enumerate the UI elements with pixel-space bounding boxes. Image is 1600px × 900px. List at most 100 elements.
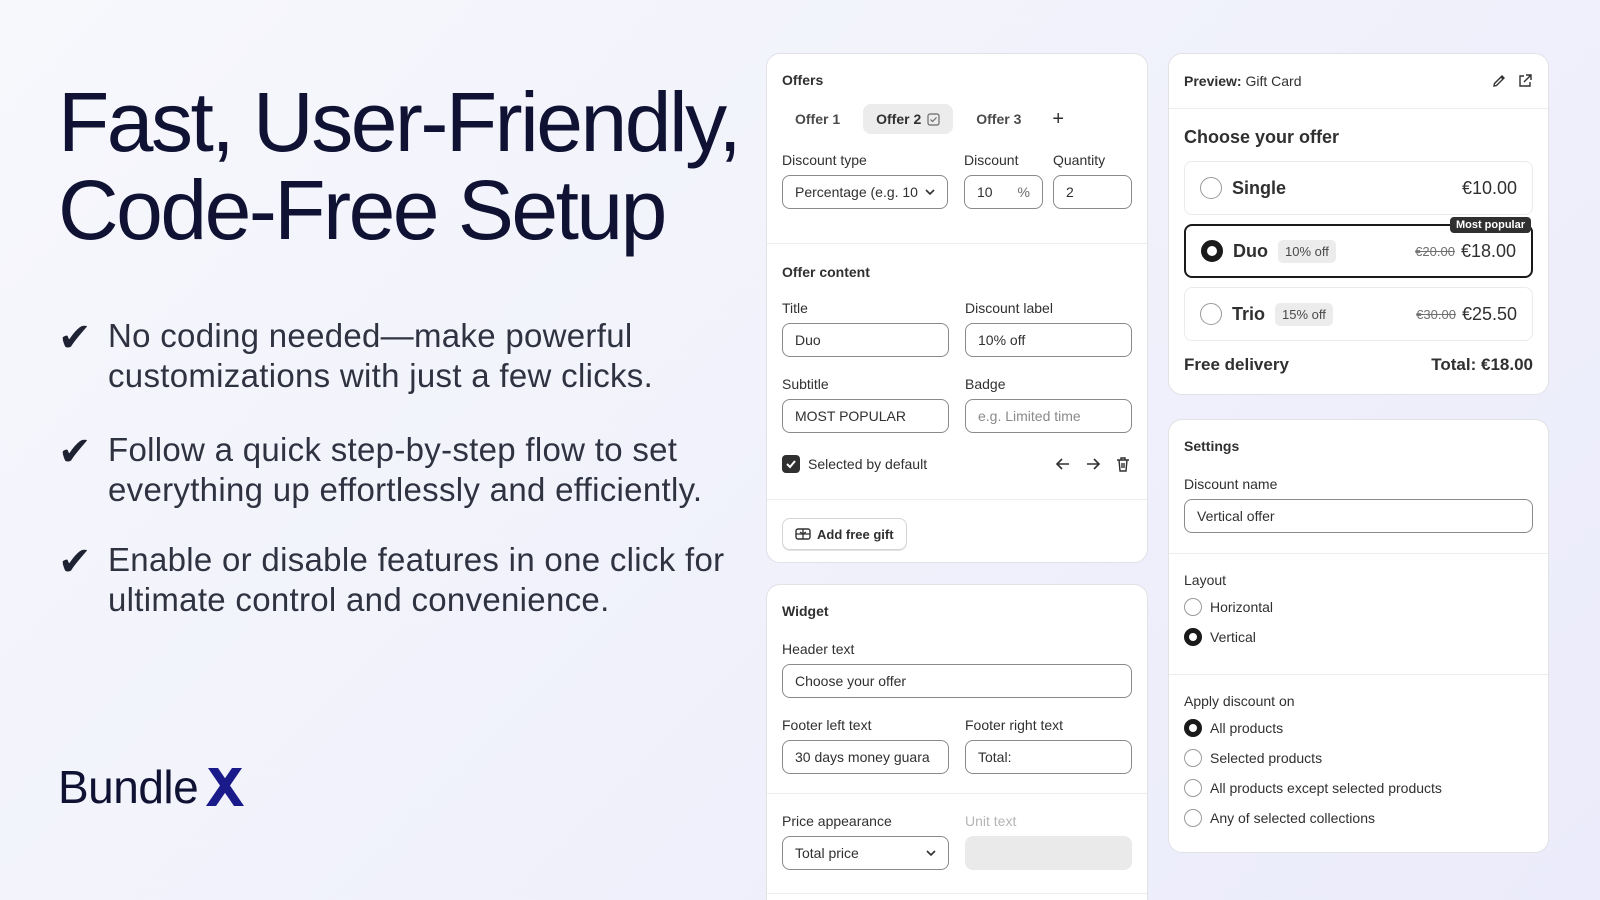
header-text-value: Choose your offer [795,673,907,689]
discount-value: 10 [977,184,993,200]
external-link-icon[interactable] [1517,73,1533,89]
discount-label-input[interactable]: 10% off [965,323,1132,357]
unit-text-input [965,836,1132,870]
tab-label: Offer 1 [795,111,841,127]
footer-right-input[interactable]: Total: [965,740,1132,774]
selected-by-default-checkbox[interactable] [782,455,800,473]
brand-logo: Bundle [58,760,246,814]
trash-icon[interactable] [1114,455,1132,473]
title-label: Title [782,300,808,316]
tab-label: Offer 3 [976,111,1022,127]
percent-suffix: % [1017,184,1030,200]
footer-left-input[interactable]: 30 days money guara [782,740,949,774]
radio-button[interactable] [1184,598,1202,616]
radio-button[interactable] [1184,749,1202,767]
preview-label: Preview: [1184,73,1242,89]
discount-label-label: Discount label [965,300,1053,316]
feature-item: ✔ No coding needed—make powerful customi… [58,316,653,396]
discount-pill: 10% off [1278,239,1336,263]
apply-option-all-except-selected[interactable]: All products except selected products [1184,773,1533,803]
radio-button[interactable] [1201,240,1223,262]
header-text-input[interactable]: Choose your offer [782,664,1132,698]
preview-title: Preview: Gift Card [1184,73,1302,89]
tab-offer-2[interactable]: Offer 2 [863,104,954,134]
footer-right-value: Total: [978,749,1012,765]
option-label: Selected products [1210,750,1323,766]
option-label: Vertical [1210,629,1256,645]
badge-placeholder: e.g. Limited time [978,408,1081,424]
add-free-gift-label: Add free gift [817,526,894,542]
footer-left-label: Footer left text [782,717,872,733]
feature-text: customizations with just a few clicks. [108,357,654,394]
chevron-down-icon [925,189,935,196]
brand-wordmark: Bundle [58,761,199,813]
gift-icon [795,528,811,540]
feature-text: Follow a quick step-by-step flow to set [108,431,678,468]
offer-price: €18.00 [1460,240,1516,261]
apply-option-selected-collections[interactable]: Any of selected collections [1184,803,1533,833]
add-offer-icon[interactable]: + [1044,108,1072,131]
arrow-left-icon[interactable] [1054,455,1072,473]
offer-option-single[interactable]: Single €10.00 [1184,161,1533,215]
hero-title: Fast, User-Friendly, Code-Free Setup [58,75,742,254]
apply-option-all-products[interactable]: All products [1184,713,1533,743]
checkmark-icon: ✔ [58,430,92,474]
discount-input[interactable]: 10 % [964,175,1043,209]
radio-button[interactable] [1184,809,1202,827]
discount-type-value: Percentage (e.g. 10 [795,184,918,200]
discount-name-label: Discount name [1184,476,1278,492]
offers-card: Offers Offer 1 Offer 2 Offer 3 + Discoun… [766,53,1148,563]
footer-left-text: Free delivery [1184,355,1289,374]
layout-option-horizontal[interactable]: Horizontal [1184,592,1533,622]
tab-offer-1[interactable]: Offer 1 [782,104,853,134]
radio-button[interactable] [1200,177,1222,199]
subtitle-input[interactable]: MOST POPULAR [782,399,949,433]
option-label: All products except selected products [1210,780,1442,796]
discount-type-select[interactable]: Percentage (e.g. 10 [782,175,948,209]
widget-heading: Widget [782,603,829,619]
offer-name: Single [1232,177,1287,198]
quantity-value: 2 [1066,184,1074,200]
option-label: Any of selected collections [1210,810,1375,826]
tab-offer-3[interactable]: Offer 3 [963,104,1034,134]
price-appearance-value: Total price [795,845,859,861]
add-free-gift-button[interactable]: Add free gift [782,518,907,550]
offer-option-trio[interactable]: Trio 15% off €30.00 €25.50 [1184,287,1533,341]
checkmark-icon [786,460,796,469]
chevron-down-icon [926,850,936,857]
layout-option-vertical[interactable]: Vertical [1184,622,1533,652]
hero-title-line-1: Fast, User-Friendly, [58,75,742,169]
feature-text: everything up effortlessly and efficient… [108,471,703,508]
offer-tabs: Offer 1 Offer 2 Offer 3 + [782,104,1132,134]
widget-card: Widget Header text Choose your offer Foo… [766,584,1148,900]
badge-input[interactable]: e.g. Limited time [965,399,1132,433]
apply-option-selected-products[interactable]: Selected products [1184,743,1533,773]
checkmark-icon: ✔ [58,316,92,360]
price-appearance-label: Price appearance [782,813,892,829]
price-appearance-select[interactable]: Total price [782,836,949,870]
radio-button[interactable] [1200,303,1222,325]
title-value: Duo [795,332,821,348]
widget-header-text: Choose your offer [1184,127,1340,147]
radio-button[interactable] [1184,719,1202,737]
badge-label: Badge [965,376,1006,392]
settings-heading: Settings [1184,438,1240,454]
feature-text: ultimate control and convenience. [108,581,610,618]
title-input[interactable]: Duo [782,323,949,357]
arrow-right-icon[interactable] [1084,455,1102,473]
discount-name-input[interactable]: Vertical offer [1184,499,1533,533]
option-label: All products [1210,720,1284,736]
radio-button[interactable] [1184,779,1202,797]
offer-name: Trio [1232,303,1266,324]
offer-option-duo[interactable]: Most popular Duo 10% off €20.00 €18.00 [1184,217,1533,278]
offer-old-price: €20.00 [1415,243,1455,259]
edit-pencil-icon[interactable] [1491,73,1507,89]
unit-text-label: Unit text [965,813,1017,829]
footer-total-text: Total: €18.00 [1431,355,1533,374]
quantity-input[interactable]: 2 [1053,175,1132,209]
layout-label: Layout [1184,572,1227,588]
check-square-icon [927,112,940,126]
preview-card: Preview: Gift Card Choose your offer Sin… [1168,53,1549,395]
radio-button[interactable] [1184,628,1202,646]
footer-left-value: 30 days money guara [795,749,930,765]
